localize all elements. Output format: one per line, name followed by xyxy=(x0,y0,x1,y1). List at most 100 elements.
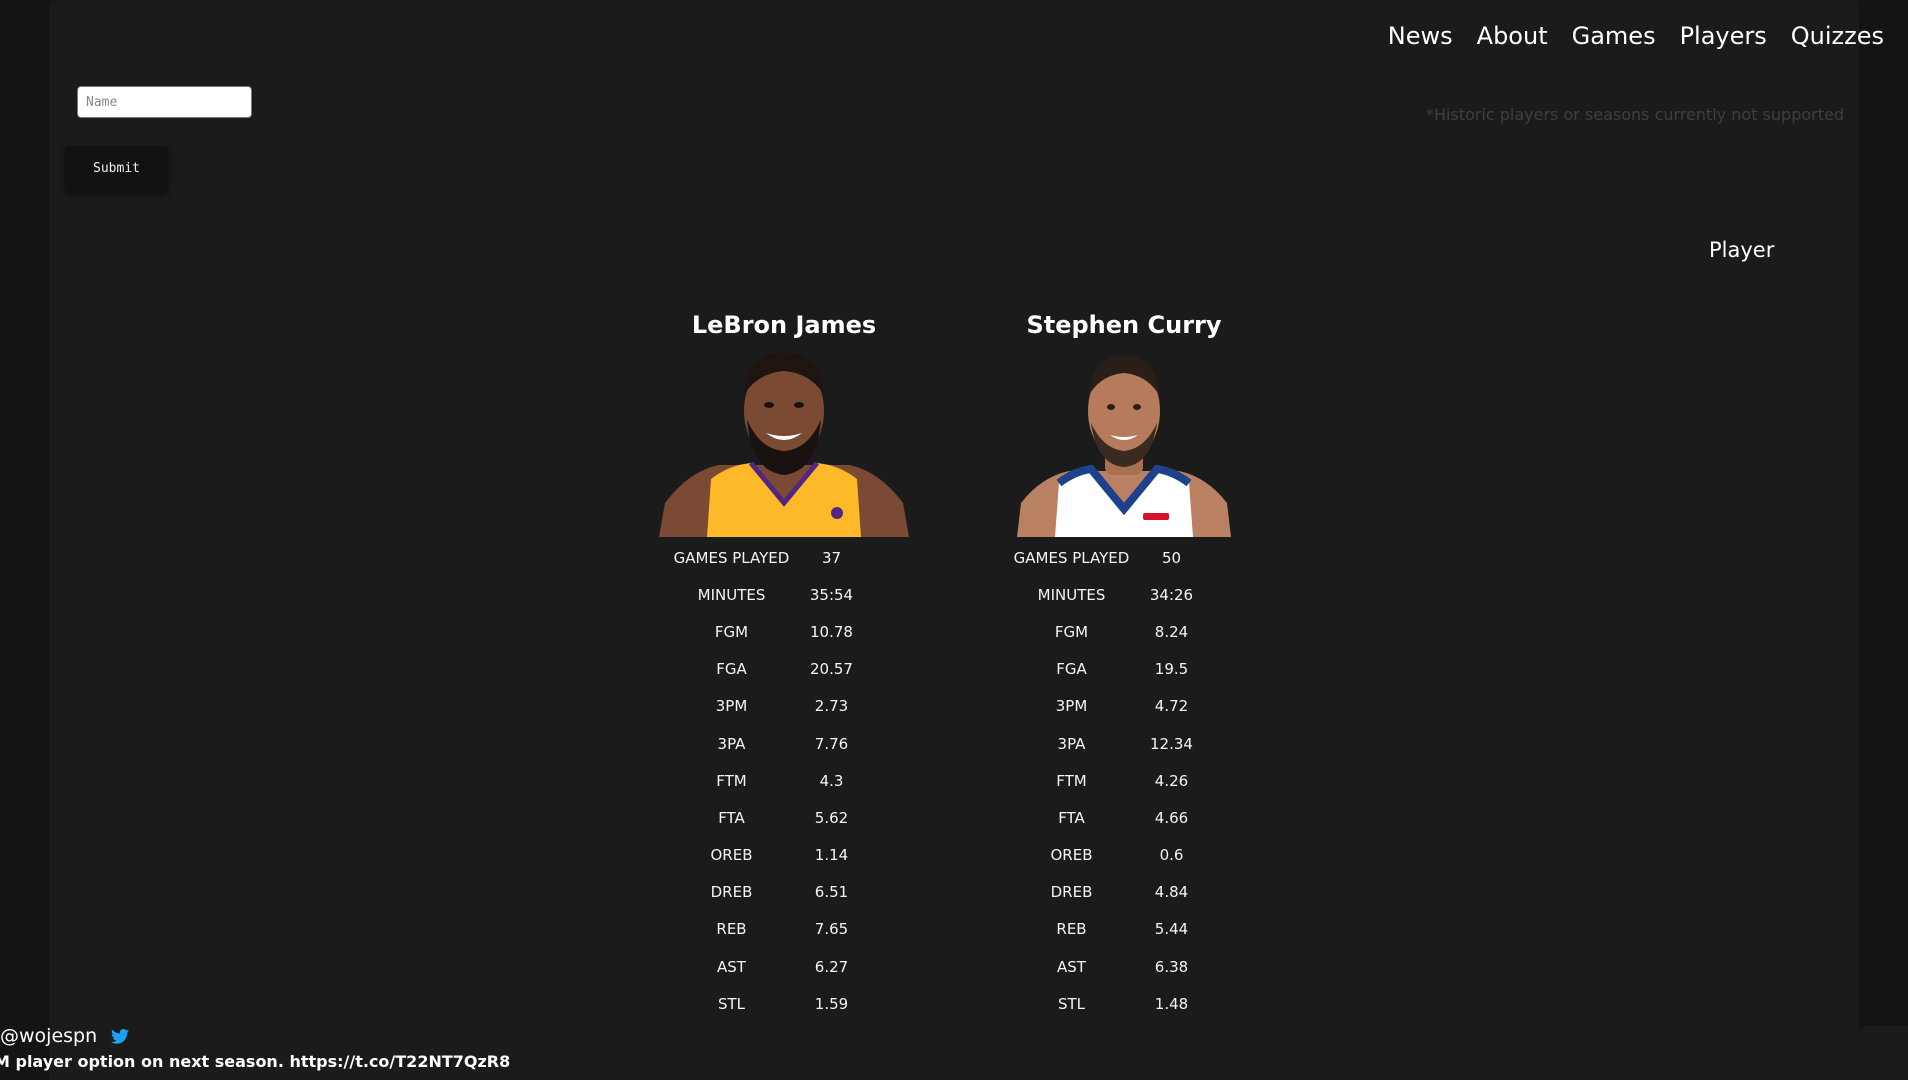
submit-button[interactable]: Submit xyxy=(65,146,168,191)
stat-value: 4.66 xyxy=(1154,808,1189,827)
stat-value: 4.3 xyxy=(819,771,844,790)
stat-label: STL xyxy=(717,994,746,1013)
stat-label: FGM xyxy=(714,622,749,641)
nav-players[interactable]: Players xyxy=(1680,22,1767,50)
stat-value: 6.51 xyxy=(814,883,849,902)
stat-label: STL xyxy=(1057,994,1086,1013)
stat-label: DREB xyxy=(710,883,753,902)
stat-row: AST 6.27 xyxy=(654,948,914,985)
stat-row: 3PA 12.34 xyxy=(994,725,1254,762)
unsupported-notice: *Historic players or seasons currently n… xyxy=(1425,105,1844,124)
stat-value: 8.24 xyxy=(1154,622,1189,641)
stat-row: OREB 1.14 xyxy=(654,837,914,874)
tweet-handle[interactable]: @wojespn xyxy=(0,1025,97,1047)
stat-label: OREB xyxy=(710,846,753,865)
stat-value: 37 xyxy=(821,548,842,567)
stat-row: 3PM 4.72 xyxy=(994,688,1254,725)
stat-value: 50 xyxy=(1161,548,1182,567)
tweet-author: @wojespn xyxy=(0,1025,130,1047)
nav-news[interactable]: News xyxy=(1388,22,1453,50)
nav-quizzes[interactable]: Quizzes xyxy=(1791,22,1884,50)
stat-value: 35:54 xyxy=(809,585,854,604)
stats-table: GAMES PLAYED 37 MINUTES 35:54 FGM 10.78 FGA… xyxy=(654,539,914,1022)
stat-value: 34:26 xyxy=(1149,585,1194,604)
stat-row: GAMES PLAYED 37 xyxy=(654,539,914,576)
stat-row: MINUTES 35:54 xyxy=(654,576,914,613)
stat-row: FGM 8.24 xyxy=(994,613,1254,650)
footer-corner xyxy=(1858,1026,1908,1080)
stat-value: 5.62 xyxy=(814,808,849,827)
stat-row: REB 5.44 xyxy=(994,911,1254,948)
stat-row: STL 1.59 xyxy=(654,985,914,1022)
page-gutter-right xyxy=(1858,0,1908,1030)
stat-value: 6.27 xyxy=(814,957,849,976)
stat-value: 4.72 xyxy=(1154,697,1189,716)
stat-value: 7.65 xyxy=(814,920,849,939)
stat-value: 7.76 xyxy=(814,734,849,753)
twitter-bird-icon[interactable] xyxy=(111,1028,130,1044)
stat-value: 20.57 xyxy=(810,660,853,679)
stat-row: DREB 6.51 xyxy=(654,874,914,911)
stat-label: OREB xyxy=(1050,846,1093,865)
stat-label: DREB xyxy=(1050,883,1093,902)
stat-row: FTA 4.66 xyxy=(994,799,1254,836)
stat-row: OREB 0.6 xyxy=(994,837,1254,874)
player-card: LeBron James GAMES PLAYED 37 MINUTES 35:54… xyxy=(654,305,914,1022)
stat-value: 2.73 xyxy=(814,697,849,716)
player-name-input[interactable] xyxy=(77,86,252,118)
stat-label: AST xyxy=(717,957,746,976)
stat-row: AST 6.38 xyxy=(994,948,1254,985)
stat-row: FGM 10.78 xyxy=(654,613,914,650)
stat-row: DREB 4.84 xyxy=(994,874,1254,911)
stat-label: REB xyxy=(1056,920,1087,939)
stat-value: 10.78 xyxy=(810,622,853,641)
stat-label: GAMES PLAYED xyxy=(1013,548,1130,567)
stat-row: 3PA 7.76 xyxy=(654,725,914,762)
stat-label: FGA xyxy=(1056,660,1087,679)
stat-value: 4.26 xyxy=(1154,771,1189,790)
stat-value: 0.6 xyxy=(1159,846,1184,865)
stat-label: FGA xyxy=(716,660,747,679)
stat-row: 3PM 2.73 xyxy=(654,688,914,725)
stat-label: AST xyxy=(1057,957,1086,976)
nav-games[interactable]: Games xyxy=(1572,22,1656,50)
app-container xyxy=(49,0,1859,1080)
stat-row: FTM 4.3 xyxy=(654,762,914,799)
stat-label: 3PA xyxy=(1057,734,1086,753)
player-name: LeBron James xyxy=(691,311,877,339)
player-headshot xyxy=(659,353,909,537)
stat-row: GAMES PLAYED 50 xyxy=(994,539,1254,576)
stat-value: 12.34 xyxy=(1150,734,1193,753)
tweet-text[interactable]: M player option on next season. https://… xyxy=(0,1052,510,1071)
stat-label: 3PA xyxy=(717,734,746,753)
stat-label: REB xyxy=(716,920,747,939)
top-nav: News About Games Players Quizzes xyxy=(1388,22,1884,50)
player-toggle[interactable]: Player xyxy=(1709,238,1774,262)
stat-row: FGA 19.5 xyxy=(994,651,1254,688)
stat-label: FTA xyxy=(718,808,745,827)
stat-row: REB 7.65 xyxy=(654,911,914,948)
stat-label: FGM xyxy=(1054,622,1089,641)
stat-value: 1.14 xyxy=(814,846,849,865)
stat-value: 5.44 xyxy=(1154,920,1189,939)
stat-label: FTM xyxy=(716,771,747,790)
stat-value: 1.59 xyxy=(814,994,849,1013)
stat-label: MINUTES xyxy=(697,585,766,604)
stat-value: 6.38 xyxy=(1154,957,1189,976)
stat-label: MINUTES xyxy=(1037,585,1106,604)
stat-row: MINUTES 34:26 xyxy=(994,576,1254,613)
stat-label: FTM xyxy=(1056,771,1087,790)
player-card: Stephen Curry GAMES PLAYED 50 MINUTES 34:2… xyxy=(994,305,1254,1022)
stat-row: FTM 4.26 xyxy=(994,762,1254,799)
stat-label: 3PM xyxy=(715,697,748,716)
stat-label: 3PM xyxy=(1055,697,1088,716)
stat-value: 19.5 xyxy=(1154,660,1189,679)
stat-row: STL 1.48 xyxy=(994,985,1254,1022)
stat-label: GAMES PLAYED xyxy=(673,548,790,567)
stats-table: GAMES PLAYED 50 MINUTES 34:26 FGM 8.24 FGA 1… xyxy=(994,539,1254,1022)
nav-about[interactable]: About xyxy=(1477,22,1548,50)
stat-value: 4.84 xyxy=(1154,883,1189,902)
stat-row: FGA 20.57 xyxy=(654,651,914,688)
page-gutter-left xyxy=(0,0,49,1080)
stat-label: FTA xyxy=(1058,808,1085,827)
